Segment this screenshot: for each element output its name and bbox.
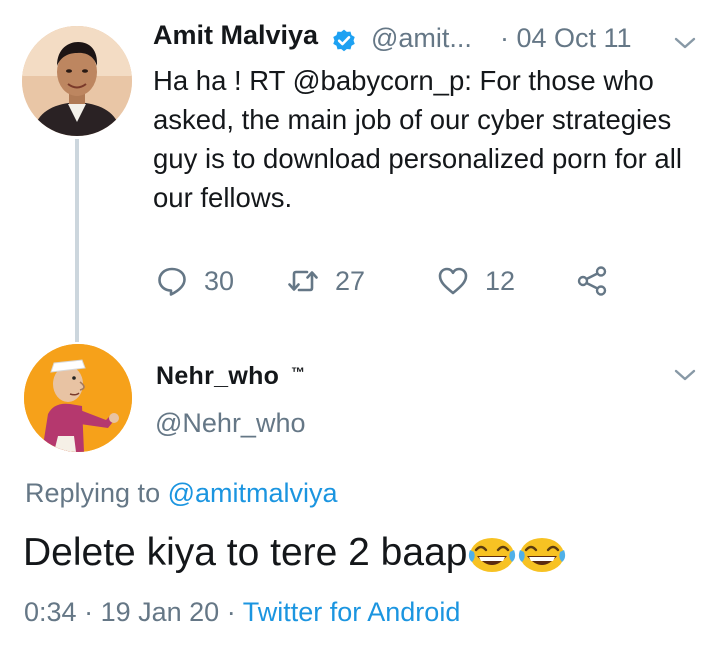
thread-connector-line xyxy=(75,139,79,342)
heart-icon xyxy=(438,267,468,295)
mention-link[interactable]: @amitmalviya xyxy=(168,478,338,508)
replying-to-line: Replying to @amitmalviya xyxy=(25,478,338,509)
replying-to-label: Replying to xyxy=(25,478,161,508)
verified-badge-icon xyxy=(333,29,355,52)
chevron-down-icon[interactable] xyxy=(674,368,696,382)
trademark-symbol: ™ xyxy=(291,364,305,380)
client-link[interactable]: Twitter for Android xyxy=(243,597,461,627)
like-button[interactable]: 12 xyxy=(437,263,515,299)
retweet-button[interactable]: 27 xyxy=(287,263,365,299)
reply-time: 0:34 xyxy=(24,597,77,627)
share-icon xyxy=(577,266,607,296)
face-with-tears-of-joy-icon xyxy=(519,538,566,572)
meta-separator: · xyxy=(84,597,94,627)
reply-button[interactable]: 30 xyxy=(156,263,234,299)
tweet-text: Ha ha ! RT @babycorn_p: For those who as… xyxy=(153,65,682,213)
author-handle[interactable]: @amit... xyxy=(371,23,472,54)
like-count: 12 xyxy=(485,265,516,296)
share-button[interactable] xyxy=(576,263,608,299)
reply-metadata: 0:34 · 19 Jan 20 · Twitter for Android xyxy=(24,597,460,628)
author-name[interactable]: Amit Malviya xyxy=(153,20,318,51)
retweet-count: 27 xyxy=(335,265,366,296)
reply-count: 30 xyxy=(204,265,235,296)
reply-text: Delete kiya to tere 2 baap xyxy=(23,531,468,574)
meta-separator: · xyxy=(226,597,236,627)
chevron-down-icon[interactable] xyxy=(674,36,696,50)
reply-icon xyxy=(158,267,186,296)
avatar-nehr-who[interactable] xyxy=(24,344,132,452)
reply-author-handle[interactable]: @Nehr_who xyxy=(155,408,305,439)
tweet-timestamp[interactable]: · 04 Oct 11 xyxy=(500,23,632,54)
reply-date: 19 Jan 20 xyxy=(100,597,220,627)
retweet-icon xyxy=(288,270,318,292)
reply-text-line: Delete kiya to tere 2 baap xyxy=(23,528,567,578)
face-with-tears-of-joy-icon xyxy=(469,538,516,572)
avatar-amit-malviya[interactable] xyxy=(22,26,132,136)
reply-author-name[interactable]: Nehr_who xyxy=(156,362,279,391)
